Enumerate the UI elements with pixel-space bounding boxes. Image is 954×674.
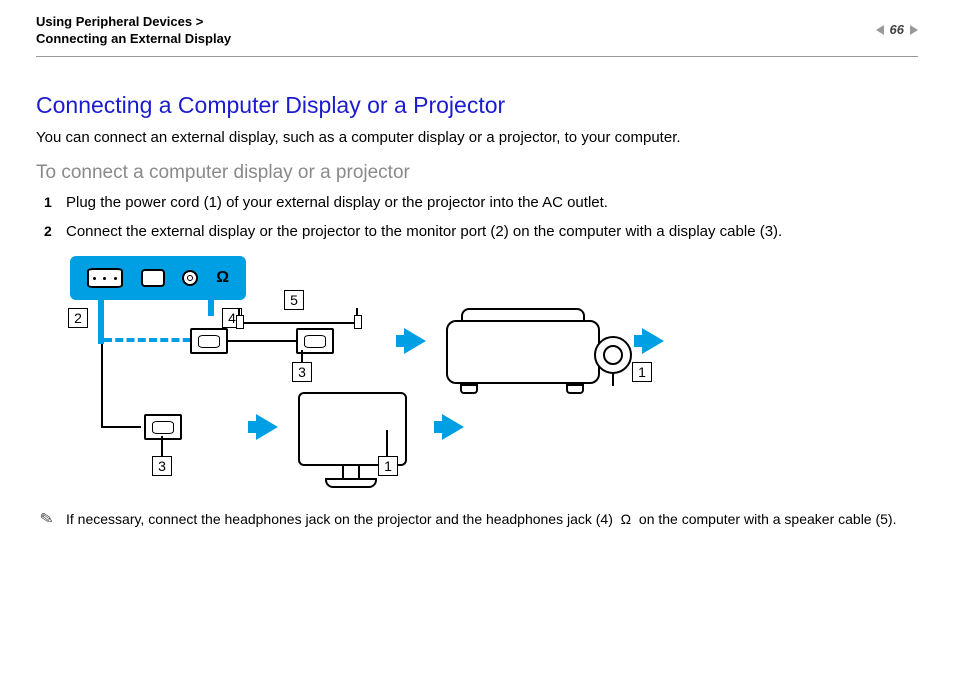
headphone-port-icon: Ω xyxy=(216,269,229,287)
breadcrumb: Using Peripheral Devices > Connecting an… xyxy=(36,14,231,46)
arrow-to-monitor xyxy=(256,414,278,440)
steps-list: Plug the power cord (1) of your external… xyxy=(36,194,918,240)
arrow-to-projector xyxy=(404,328,426,354)
page-title: Connecting a Computer Display or a Proje… xyxy=(36,92,918,119)
note-pencil-icon: ✎ xyxy=(38,508,55,530)
callout-2: 2 xyxy=(68,308,88,328)
vga-plug-upper-left xyxy=(190,328,228,354)
step-1: Plug the power cord (1) of your external… xyxy=(44,194,918,211)
page-content: Connecting a Computer Display or a Proje… xyxy=(36,92,918,527)
note-block: ✎ If necessary, connect the headphones j… xyxy=(36,511,918,527)
callout-1-right: 1 xyxy=(632,362,652,382)
callout-5: 5 xyxy=(284,290,304,310)
audio-cable xyxy=(242,322,354,324)
section-subtitle: To connect a computer display or a proje… xyxy=(36,162,918,184)
arrow-after-projector xyxy=(642,328,664,354)
step-2: Connect the external display or the proj… xyxy=(44,223,918,240)
callout3-lead-lower xyxy=(161,436,163,456)
audio-tip-right xyxy=(356,308,358,316)
cable-down xyxy=(101,344,103,426)
prev-page-icon[interactable] xyxy=(876,25,884,35)
callout3-lead-upper xyxy=(301,350,303,362)
computer-port-panel: Ω xyxy=(70,256,246,300)
projector-power-lead xyxy=(612,372,614,386)
vga-port-icon xyxy=(87,268,123,288)
header-divider xyxy=(36,56,918,57)
breadcrumb-page: Connecting an External Display xyxy=(36,31,231,46)
audio-tip-left xyxy=(238,308,240,316)
next-page-icon[interactable] xyxy=(910,25,918,35)
audio-plug-left xyxy=(236,315,244,329)
cable-from-port-4 xyxy=(208,300,214,316)
callout-3-upper: 3 xyxy=(292,362,312,382)
headphone-inline-icon: Ω xyxy=(617,511,635,527)
note-text-b: on the computer with a speaker cable (5)… xyxy=(639,511,897,527)
page-nav: 66 xyxy=(876,22,918,37)
projector-icon xyxy=(446,302,616,392)
connection-diagram: Ω 2 4 5 3 3 xyxy=(66,252,656,497)
breadcrumb-cat: Using Peripheral Devices xyxy=(36,14,192,29)
arrow-after-monitor xyxy=(442,414,464,440)
rect-port-icon xyxy=(141,269,165,287)
cable-down-h xyxy=(101,426,141,428)
cable-upper-h xyxy=(226,340,296,342)
vga-plug-lower xyxy=(144,414,182,440)
audio-port-icon xyxy=(182,270,198,286)
callout-3-lower: 3 xyxy=(152,456,172,476)
cable-dashed xyxy=(104,338,202,342)
note-text-a: If necessary, connect the headphones jac… xyxy=(66,511,613,527)
audio-plug-right xyxy=(354,315,362,329)
breadcrumb-sep: > xyxy=(192,14,203,29)
callout-1-lower: 1 xyxy=(378,456,398,476)
page-header: Using Peripheral Devices > Connecting an… xyxy=(36,14,918,46)
intro-text: You can connect an external display, suc… xyxy=(36,129,918,146)
page-number: 66 xyxy=(890,22,904,37)
